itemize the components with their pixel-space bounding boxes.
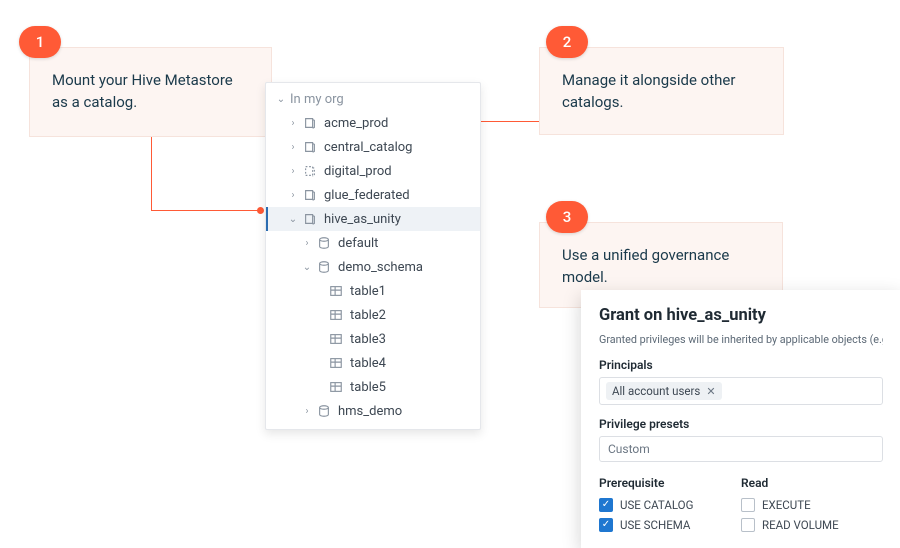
priv-label: USE SCHEMA — [620, 518, 690, 532]
tree-item-label: central_catalog — [324, 140, 412, 155]
tree-root-label: In my org — [290, 92, 344, 107]
checkbox-icon[interactable] — [741, 518, 755, 532]
tree-item-table4[interactable]: table4 — [266, 351, 480, 375]
callout-3-badge: 3 — [546, 201, 588, 233]
tree-item-demo-schema[interactable]: ⌄ demo_schema — [266, 255, 480, 279]
tree-item-label: demo_schema — [338, 260, 423, 275]
callout-1-box: Mount your Hive Metastore as a catalog. — [29, 47, 272, 137]
callout-2-text: Manage it alongside other catalogs. — [562, 71, 735, 111]
catalog-icon — [302, 187, 318, 203]
catalog-tree-panel: ⌄ In my org › acme_prod › central_catalo… — [265, 82, 481, 430]
callout-3-num: 3 — [563, 208, 572, 226]
tree-root[interactable]: ⌄ In my org — [266, 87, 480, 111]
tree-item-central-catalog[interactable]: › central_catalog — [266, 135, 480, 159]
callout-2-badge: 2 — [546, 26, 588, 58]
tree-item-label: table5 — [350, 380, 386, 395]
checkbox-icon[interactable] — [741, 498, 755, 512]
table-icon — [328, 379, 344, 395]
grant-subtitle: Granted privileges will be inherited by … — [599, 333, 883, 346]
tree-item-label: table4 — [350, 356, 386, 371]
priv-label: USE CATALOG — [620, 498, 693, 512]
catalog-icon — [302, 211, 318, 227]
table-icon — [328, 355, 344, 371]
catalog-deleted-icon — [302, 163, 318, 179]
presets-label: Privilege presets — [599, 417, 883, 431]
tree-item-label: hms_demo — [338, 404, 402, 419]
prerequisite-col-head: Prerequisite — [599, 476, 741, 490]
tree-item-label: acme_prod — [324, 116, 388, 131]
tree-item-acme-prod[interactable]: › acme_prod — [266, 111, 480, 135]
chevron-right-icon: › — [286, 118, 300, 129]
tree-item-table1[interactable]: table1 — [266, 279, 480, 303]
tree-item-label: table3 — [350, 332, 386, 347]
schema-icon — [316, 235, 332, 251]
chevron-right-icon: › — [300, 238, 314, 249]
principals-label: Principals — [599, 358, 883, 372]
tree-item-label: glue_federated — [324, 188, 410, 203]
chevron-right-icon: › — [286, 166, 300, 177]
tree-item-digital-prod[interactable]: › digital_prod — [266, 159, 480, 183]
catalog-icon — [302, 139, 318, 155]
grant-title: Grant on hive_as_unity — [599, 306, 883, 325]
priv-read-volume[interactable]: READ VOLUME — [741, 518, 883, 532]
catalog-icon — [302, 115, 318, 131]
tree-item-table5[interactable]: table5 — [266, 375, 480, 399]
tree-item-hms-demo[interactable]: › hms_demo — [266, 399, 480, 423]
principal-chip[interactable]: All account users ✕ — [606, 382, 722, 400]
priv-label: EXECUTE — [762, 498, 811, 512]
table-icon — [328, 307, 344, 323]
callout-2-box: Manage it alongside other catalogs. — [539, 47, 784, 135]
table-icon — [328, 331, 344, 347]
close-icon[interactable]: ✕ — [706, 385, 715, 398]
callout-1-text: Mount your Hive Metastore as a catalog. — [52, 71, 233, 111]
tree-item-table3[interactable]: table3 — [266, 327, 480, 351]
chevron-down-icon: ⌄ — [274, 94, 288, 105]
chevron-right-icon: › — [286, 190, 300, 201]
callout-1-num: 1 — [36, 33, 45, 51]
checkbox-checked-icon[interactable] — [599, 498, 613, 512]
tree-item-label: table2 — [350, 308, 386, 323]
tree-item-default[interactable]: › default — [266, 231, 480, 255]
chevron-down-icon: ⌄ — [300, 262, 314, 273]
preset-select[interactable]: Custom — [599, 436, 883, 462]
tree-item-hive-as-unity[interactable]: ⌄ hive_as_unity — [266, 207, 480, 231]
chevron-right-icon: › — [300, 406, 314, 417]
principals-input[interactable]: All account users ✕ — [599, 377, 883, 405]
preset-value: Custom — [608, 442, 650, 456]
callout-3-text: Use a unified governance model. — [562, 246, 729, 286]
read-col-head: Read — [741, 476, 883, 490]
checkbox-checked-icon[interactable] — [599, 518, 613, 532]
principal-chip-label: All account users — [612, 384, 700, 398]
tree-item-label: table1 — [350, 284, 386, 299]
schema-icon — [316, 259, 332, 275]
chevron-right-icon: › — [286, 142, 300, 153]
callout-1-badge: 1 — [19, 26, 61, 58]
priv-label: READ VOLUME — [762, 518, 839, 532]
schema-icon — [316, 403, 332, 419]
priv-use-catalog[interactable]: USE CATALOG — [599, 498, 741, 512]
tree-item-label: default — [338, 236, 378, 251]
tree-item-glue-federated[interactable]: › glue_federated — [266, 183, 480, 207]
tree-item-label: hive_as_unity — [324, 212, 401, 227]
table-icon — [328, 283, 344, 299]
chevron-down-icon: ⌄ — [286, 214, 300, 225]
priv-use-schema[interactable]: USE SCHEMA — [599, 518, 741, 532]
priv-execute[interactable]: EXECUTE — [741, 498, 883, 512]
callout-2-num: 2 — [563, 33, 572, 51]
grant-dialog: Grant on hive_as_unity Granted privilege… — [581, 290, 900, 548]
tree-item-label: digital_prod — [324, 164, 392, 179]
tree-item-table2[interactable]: table2 — [266, 303, 480, 327]
